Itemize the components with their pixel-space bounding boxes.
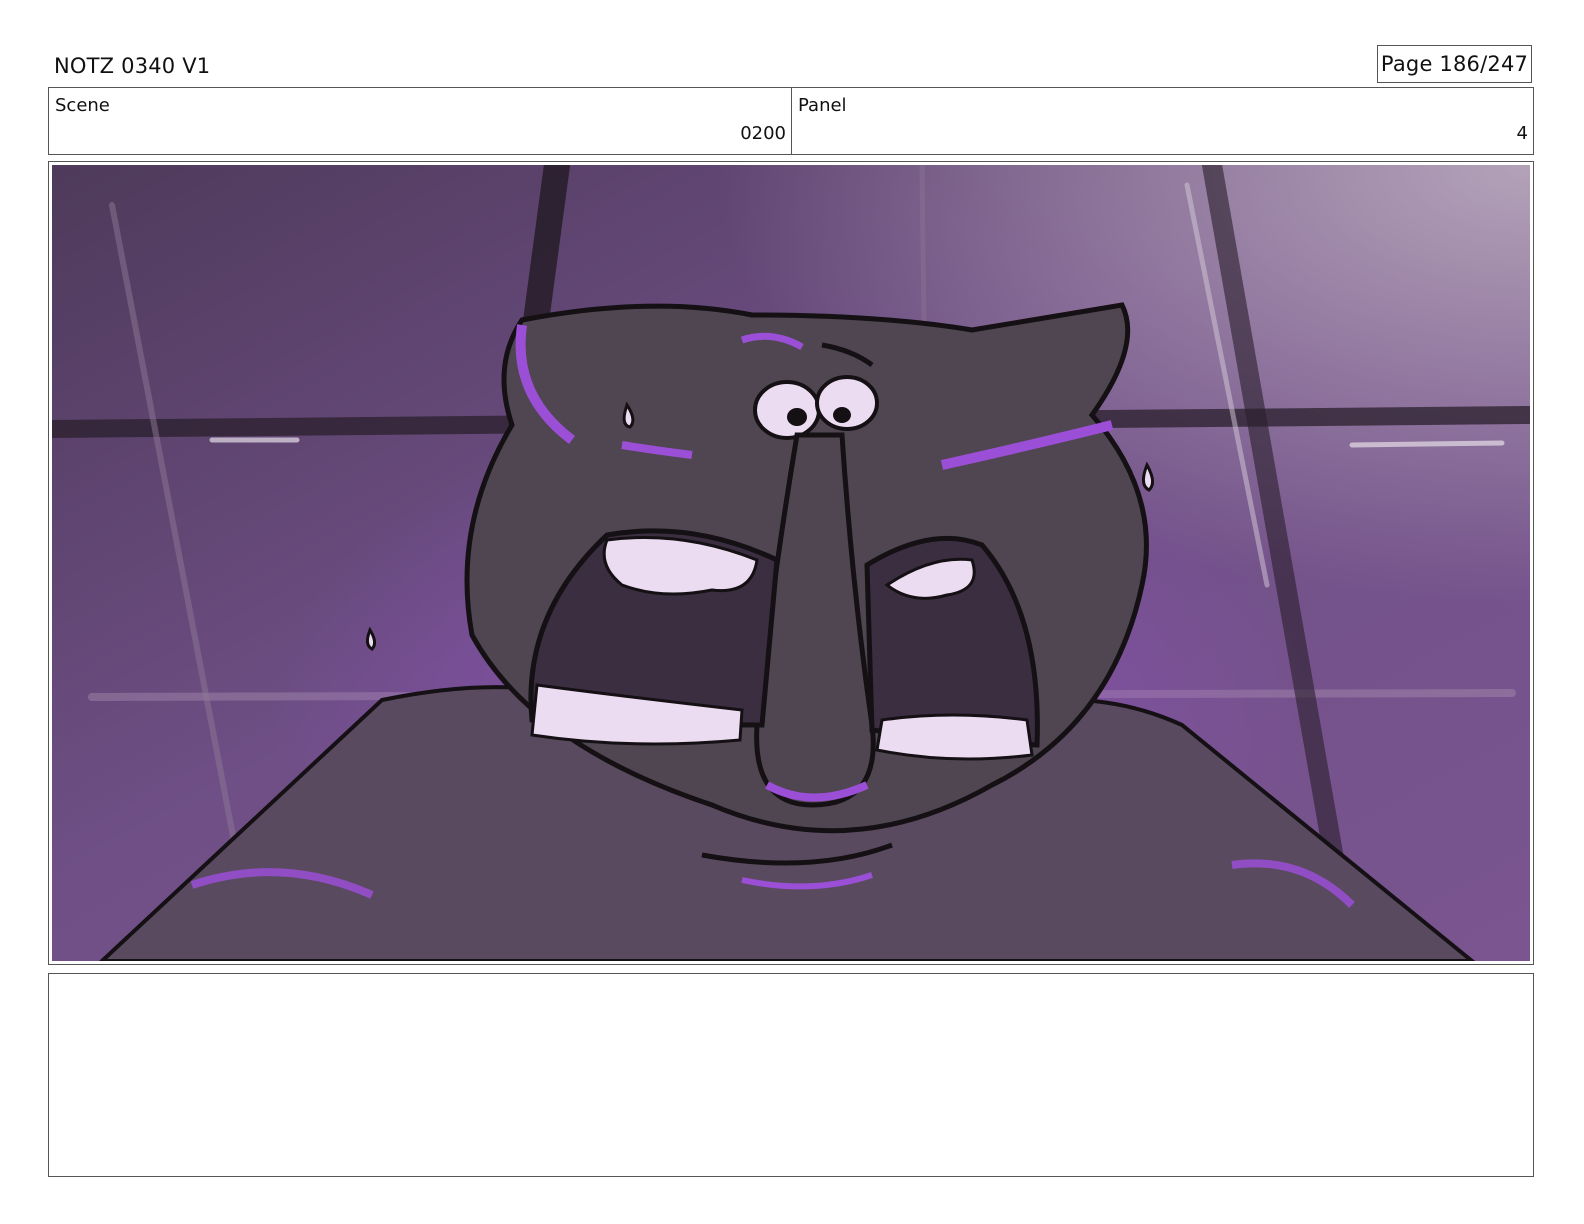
storyboard-page: NOTZ 0340 V1 Page 186/247 Scene 0200 Pan…	[0, 0, 1584, 1224]
notes-box	[48, 973, 1534, 1177]
left-eye	[753, 380, 821, 440]
scene-panel-info-row: Scene 0200 Panel 4	[48, 87, 1534, 155]
document-title: NOTZ 0340 V1	[54, 54, 211, 78]
page-number: Page 186/247	[1377, 45, 1532, 83]
storyboard-artwork	[52, 165, 1530, 961]
teeth-lower-right	[875, 713, 1034, 761]
panel-label: Panel	[798, 95, 847, 116]
scene-value: 0200	[740, 123, 786, 144]
scene-label: Scene	[55, 95, 110, 116]
storyboard-image-frame	[48, 161, 1534, 965]
panel-cell: Panel 4	[792, 88, 1533, 154]
scene-cell: Scene 0200	[49, 88, 792, 154]
panel-value: 4	[1516, 123, 1528, 144]
